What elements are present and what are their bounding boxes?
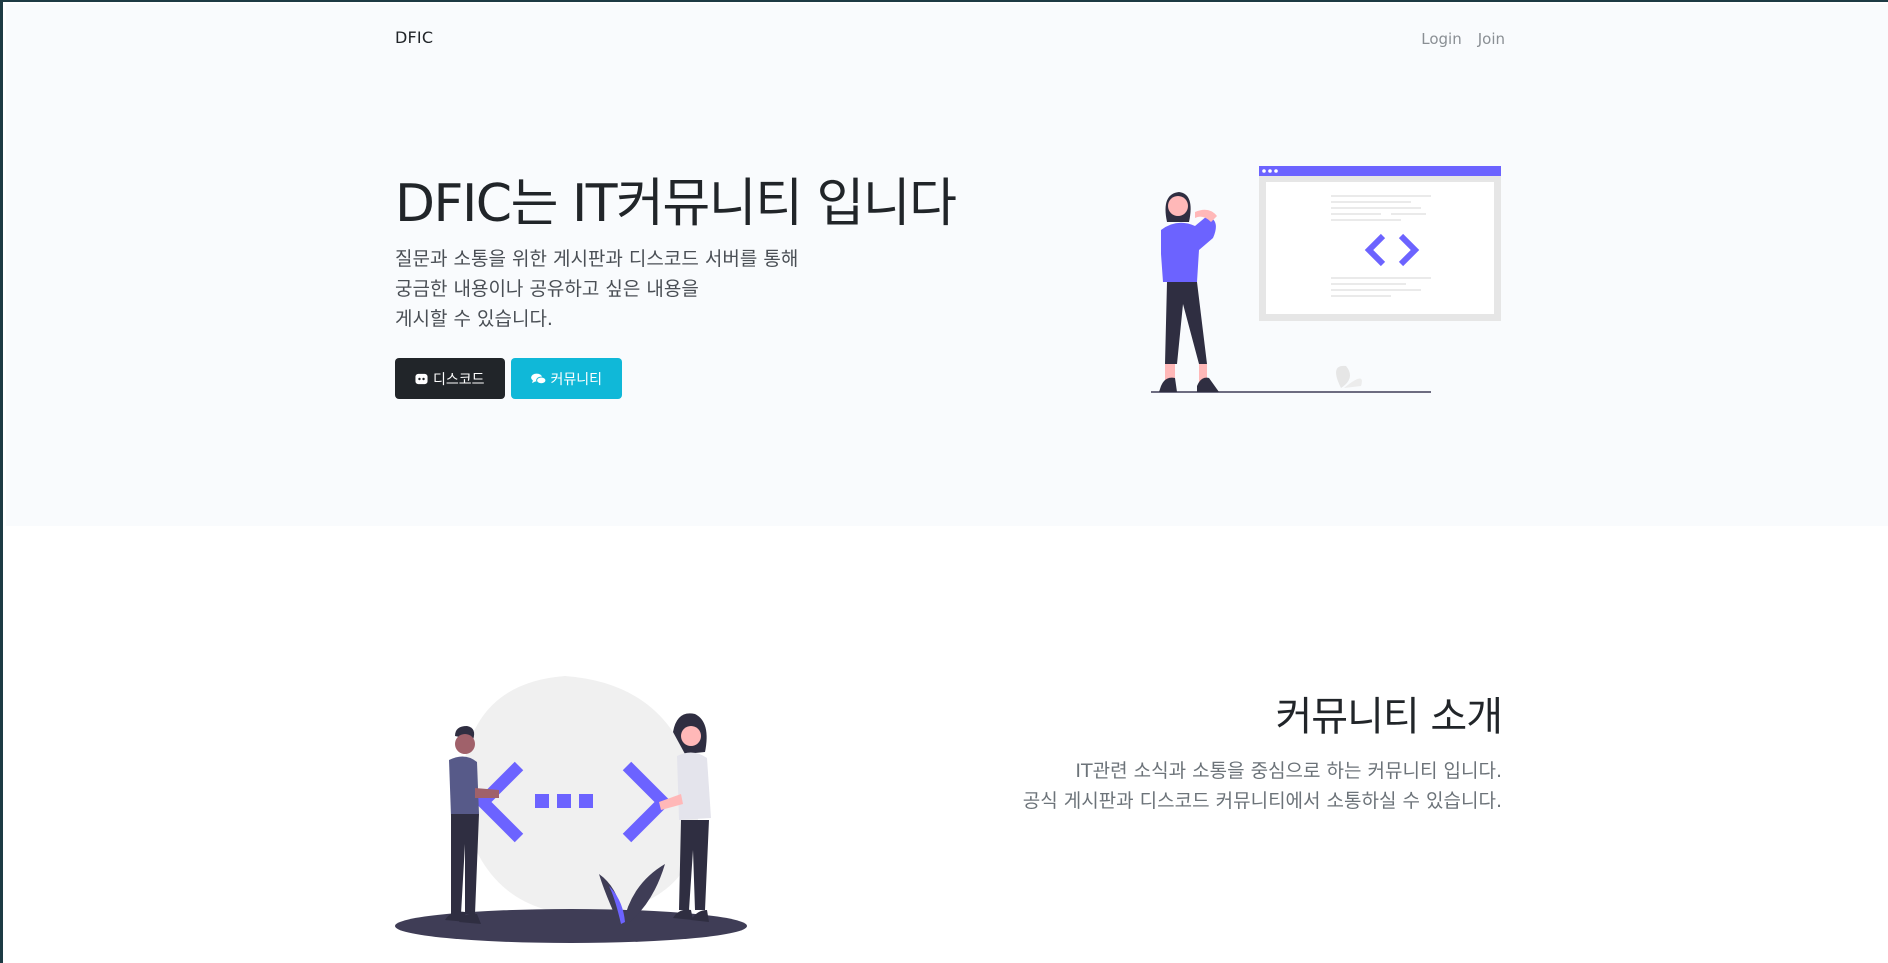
login-link[interactable]: Login <box>1421 30 1461 48</box>
navbar: DFIC Login Join <box>395 24 1505 54</box>
brand-logo[interactable]: DFIC <box>395 28 433 47</box>
page-frame: DFIC Login Join DFIC는 IT커뮤니티 입니다 질문과 소통을… <box>0 0 1888 963</box>
community-button[interactable]: 커뮤니티 <box>510 358 623 399</box>
join-link[interactable]: Join <box>1478 30 1505 48</box>
community-illustration <box>395 676 747 943</box>
discord-button-label: 디스코드 <box>433 371 485 388</box>
about-section: 커뮤니티 소개 IT관련 소식과 소통을 중심으로 하는 커뮤니티 입니다. 공… <box>1023 692 1503 816</box>
discord-icon <box>415 373 428 384</box>
nav-links: Login Join <box>1421 30 1505 48</box>
discord-button[interactable]: 디스코드 <box>395 358 505 399</box>
about-description: IT관련 소식과 소통을 중심으로 하는 커뮤니티 입니다. 공식 게시판과 디… <box>1023 756 1502 816</box>
community-button-label: 커뮤니티 <box>550 371 603 388</box>
about-description-line: 공식 게시판과 디스코드 커뮤니티에서 소통하실 수 있습니다. <box>1022 790 1502 812</box>
coding-illustration <box>1151 166 1501 393</box>
about-title: 커뮤니티 소개 <box>1275 694 1503 740</box>
comments-icon <box>530 373 546 384</box>
about-description-line: IT관련 소식과 소통을 중심으로 하는 커뮤니티 입니다. <box>1075 760 1502 782</box>
